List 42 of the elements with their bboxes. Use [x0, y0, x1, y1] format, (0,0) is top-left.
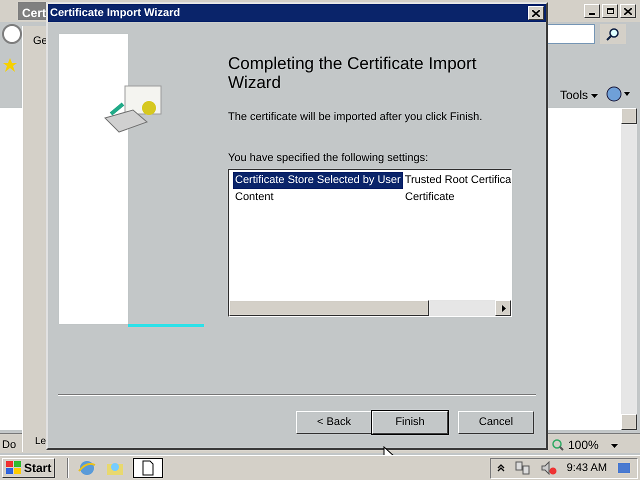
setting-name: Content	[234, 190, 275, 206]
settings-label: You have specified the following settings:	[228, 150, 430, 166]
star-icon[interactable]	[3, 58, 17, 72]
muted-speaker-icon[interactable]	[540, 461, 557, 475]
setting-name: Certificate Store Selected by User	[233, 172, 403, 189]
dropdown-arrow-icon	[610, 442, 618, 448]
search-button[interactable]	[600, 24, 626, 44]
zoom-icon	[552, 439, 564, 451]
settings-list[interactable]: Certificate Store Selected by User Trusted Root Certifica Content Certificate	[228, 169, 512, 317]
close-button[interactable]	[528, 6, 544, 20]
status-text: Do	[2, 438, 16, 453]
label-text: Le	[35, 435, 46, 449]
settings-row[interactable]: Content Certificate	[233, 189, 511, 206]
message-text: The certificate will be imported after you click Finish.	[228, 110, 484, 125]
scrollbar[interactable]	[621, 108, 637, 430]
wizard-button[interactable]: Cancel	[458, 410, 534, 434]
setting-value: Trusted Root Certifica	[404, 173, 511, 188]
restore-button[interactable]	[602, 4, 618, 18]
horizontal-scrollbar[interactable]	[229, 300, 511, 316]
windows-logo-icon	[6, 461, 22, 475]
search-field[interactable]	[547, 24, 595, 44]
search-icon	[606, 27, 620, 41]
expand-icon[interactable]	[496, 464, 505, 472]
wizard-button[interactable]: < Back	[296, 410, 372, 434]
document-icon	[142, 460, 154, 476]
tools-menu[interactable]: Tools	[560, 86, 598, 104]
zoom-control[interactable]: 100%	[552, 436, 618, 454]
close-button[interactable]	[620, 4, 636, 18]
settings-row[interactable]: Certificate Store Selected by User Trusted Root Certifica	[233, 172, 511, 189]
close-icon	[624, 8, 632, 14]
start-button[interactable]: Start	[2, 458, 56, 478]
setting-value: Certificate	[404, 190, 456, 206]
clock: 9:43 AM	[566, 460, 607, 476]
dropdown-arrow-icon	[591, 92, 598, 98]
document-button[interactable]	[133, 458, 164, 478]
scroll-right-icon	[500, 304, 506, 312]
close-icon	[532, 10, 540, 16]
window-title: Cert	[22, 5, 46, 22]
minimize-button[interactable]	[584, 4, 600, 18]
wizard-button[interactable]: Finish	[372, 410, 448, 434]
wizard-heading: Completing the Certificate Import Wizard	[228, 54, 478, 92]
dialog-title: Certificate Import Wizard	[50, 6, 180, 21]
